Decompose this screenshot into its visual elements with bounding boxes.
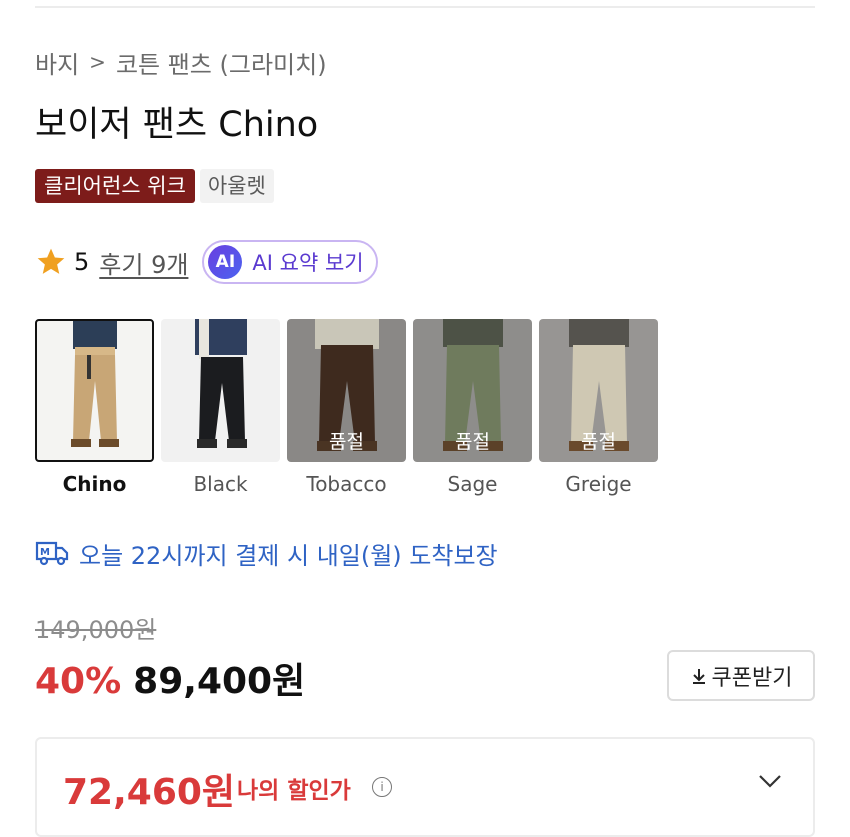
product-title: 보이저 팬츠 Chino bbox=[35, 105, 319, 145]
chevron-down-icon[interactable] bbox=[757, 773, 783, 789]
ai-icon: AI bbox=[208, 245, 243, 279]
rating-score: 5 bbox=[74, 248, 90, 276]
color-name: Greige bbox=[565, 472, 632, 496]
breadcrumb-subcategory[interactable]: 코튼 팬츠 (그라미치) bbox=[116, 45, 327, 80]
color-thumbnail[interactable] bbox=[35, 319, 154, 462]
breadcrumb-category[interactable]: 바지 bbox=[35, 45, 79, 80]
color-name: Black bbox=[193, 472, 248, 496]
color-name: Tobacco bbox=[306, 472, 387, 496]
color-thumbnail[interactable] bbox=[161, 319, 280, 462]
color-thumbnail[interactable]: 품절 bbox=[413, 319, 532, 462]
top-divider bbox=[35, 6, 815, 8]
svg-text:M: M bbox=[40, 547, 50, 558]
color-option-greige[interactable]: 품절 Greige bbox=[539, 319, 658, 496]
my-price-panel[interactable]: 72,460원 나의 할인가 i bbox=[35, 737, 815, 837]
download-icon bbox=[692, 668, 705, 684]
rating-row: 5 후기 9개 AI AI 요약 보기 bbox=[35, 238, 378, 286]
delivery-notice: M 오늘 22시까지 결제 시 내일(월) 도착보장 bbox=[35, 533, 498, 573]
delivery-truck-icon: M bbox=[35, 541, 69, 566]
color-thumbnail[interactable]: 품절 bbox=[287, 319, 406, 462]
discount-rate: 40% bbox=[35, 661, 122, 702]
color-options: Chino Black 품절 Tobacco 품절 Sage 품절 Greige bbox=[35, 319, 665, 496]
my-price-label: 나의 할인가 bbox=[237, 778, 351, 804]
my-discount-price: 72,460원 bbox=[63, 772, 236, 813]
ai-summary-label: AI 요약 보기 bbox=[252, 251, 364, 275]
delivery-text: 오늘 22시까지 결제 시 내일(월) 도착보장 bbox=[79, 541, 498, 570]
color-name: Sage bbox=[447, 472, 498, 496]
color-option-sage[interactable]: 품절 Sage bbox=[413, 319, 532, 496]
sold-out-label: 품절 bbox=[581, 431, 616, 453]
price-row: 40% 89,400원 bbox=[35, 652, 305, 704]
clearance-badge: 클리어런스 위크 bbox=[35, 169, 195, 203]
pants-image bbox=[195, 319, 247, 448]
outlet-badge: 아울렛 bbox=[199, 169, 274, 203]
coupon-label: 쿠폰받기 bbox=[711, 665, 793, 691]
sale-price: 89,400원 bbox=[133, 661, 306, 702]
reviews-link[interactable]: 후기 9개 bbox=[99, 245, 188, 280]
color-thumbnail[interactable]: 품절 bbox=[539, 319, 658, 462]
color-option-chino[interactable]: Chino bbox=[35, 319, 154, 496]
sold-out-label: 품절 bbox=[455, 431, 490, 453]
color-option-black[interactable]: Black bbox=[161, 319, 280, 496]
original-price: 149,000원 bbox=[35, 616, 157, 644]
star-icon bbox=[37, 248, 65, 274]
color-option-tobacco[interactable]: 품절 Tobacco bbox=[287, 319, 406, 496]
ai-summary-button[interactable]: AI AI 요약 보기 bbox=[202, 240, 378, 284]
breadcrumb-separator: > bbox=[89, 50, 106, 74]
coupon-button[interactable]: 쿠폰받기 bbox=[667, 650, 815, 701]
breadcrumb: 바지 > 코튼 팬츠 (그라미치) bbox=[35, 44, 327, 80]
color-name: Chino bbox=[62, 472, 127, 496]
pants-image bbox=[71, 321, 119, 447]
sold-out-label: 품절 bbox=[329, 431, 364, 453]
info-icon[interactable]: i bbox=[372, 777, 392, 797]
product-badges: 클리어런스 위크 아울렛 bbox=[35, 169, 274, 203]
